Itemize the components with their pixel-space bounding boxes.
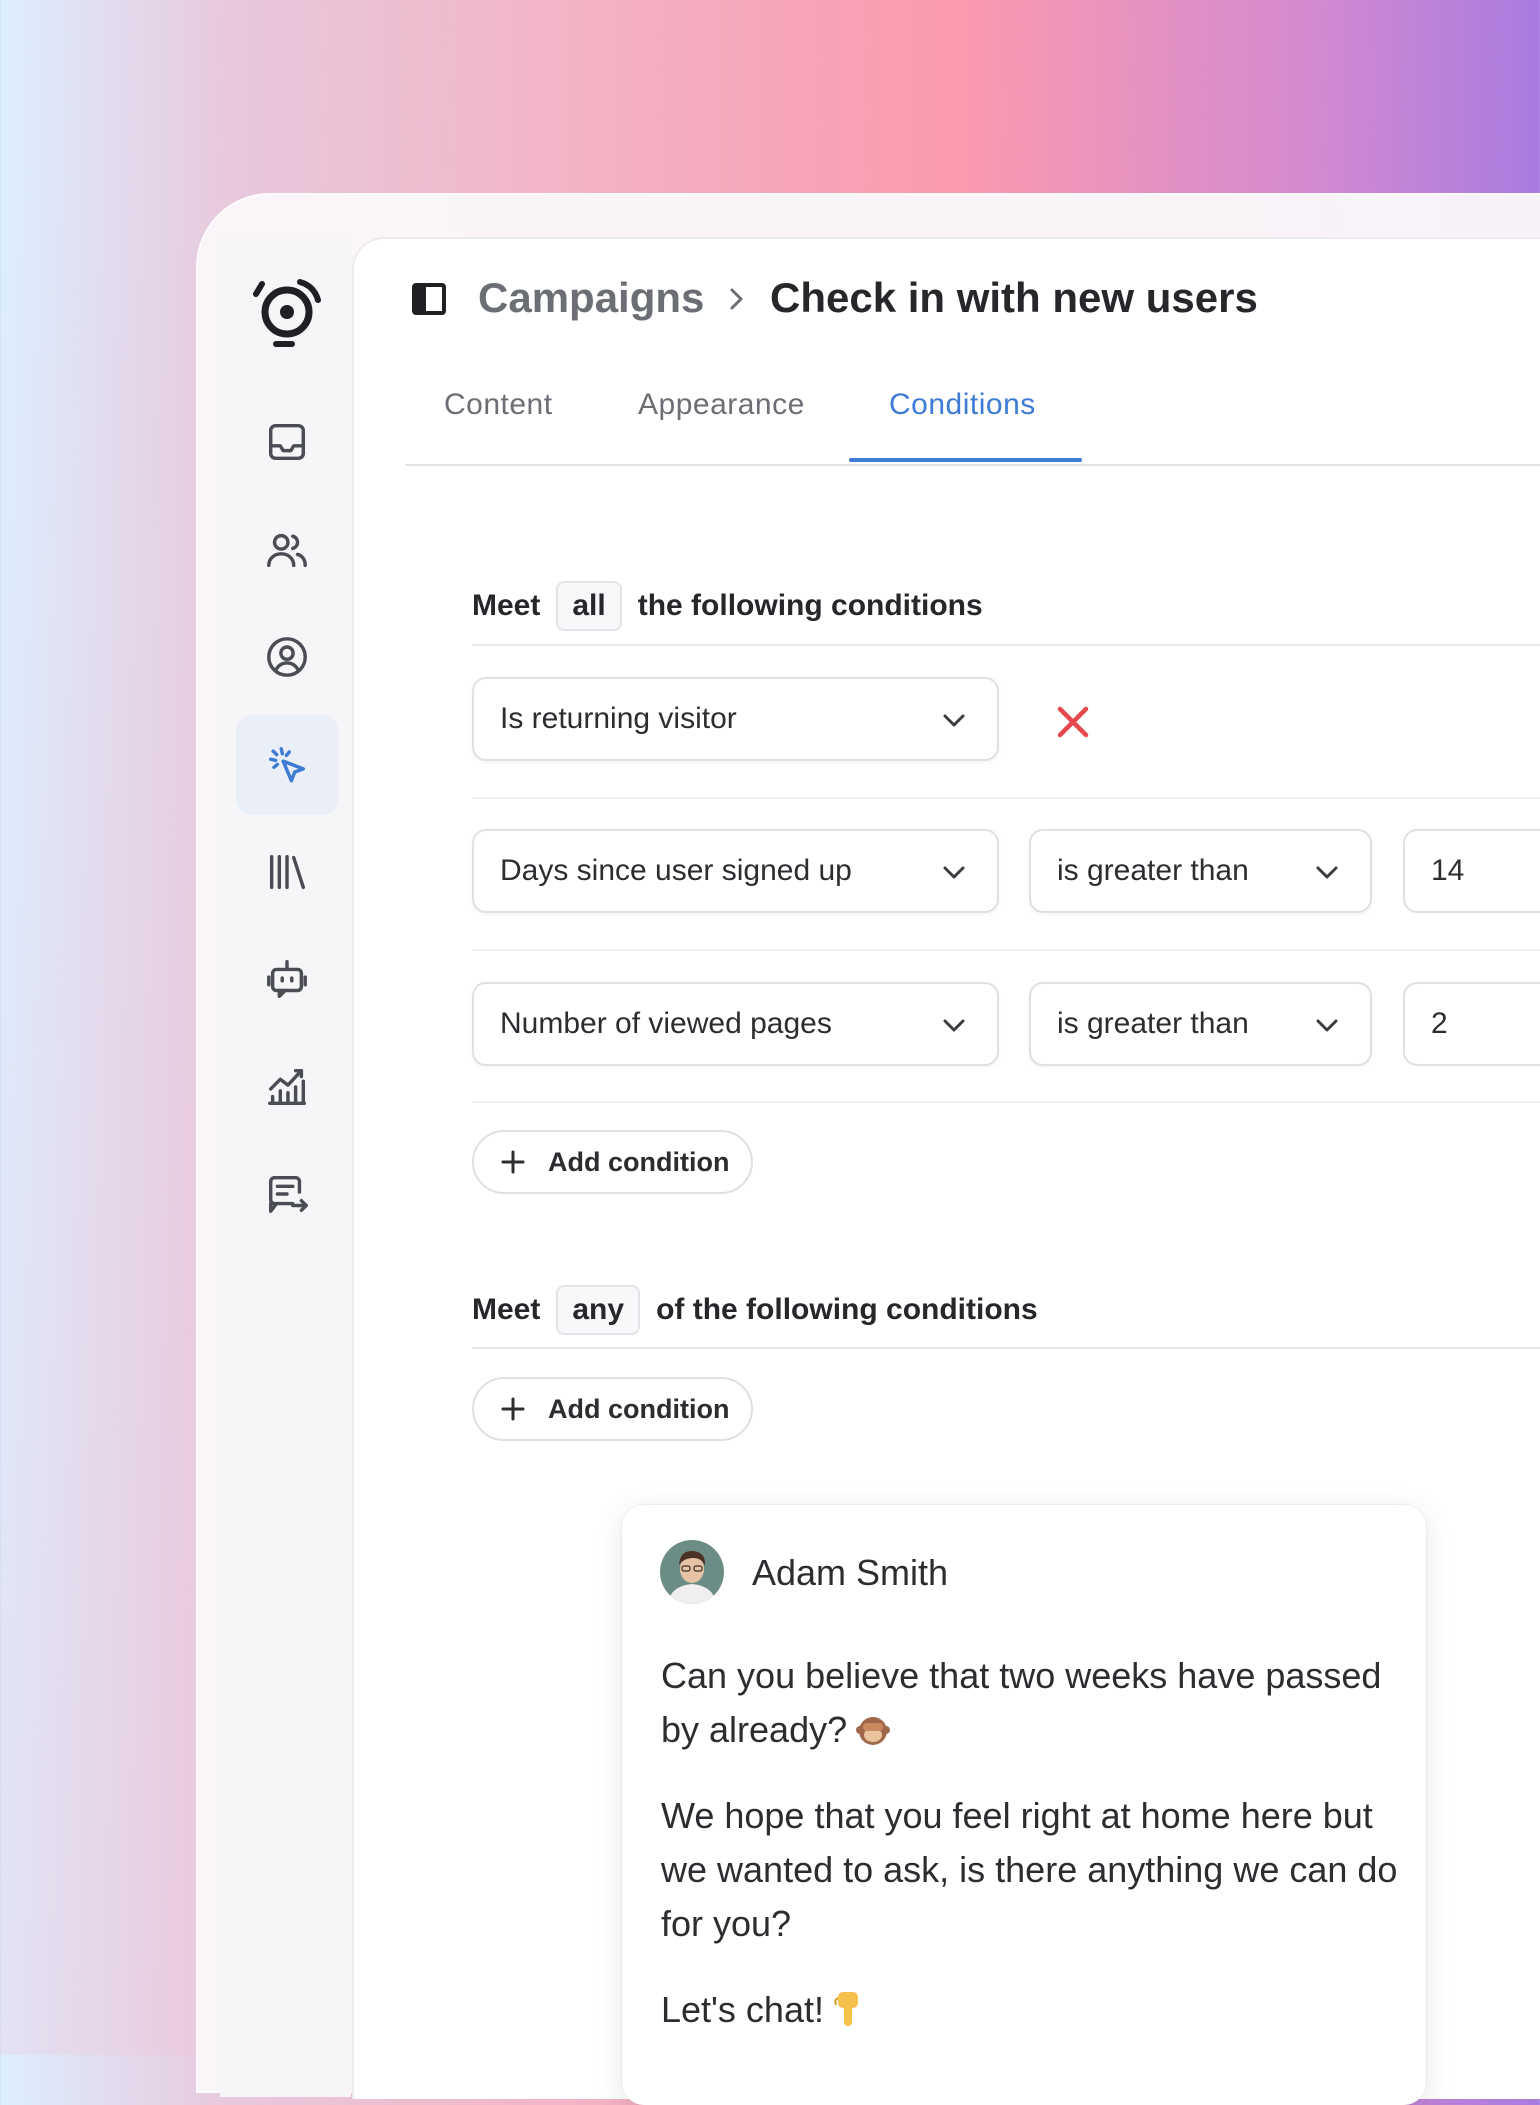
- chevron-down-icon: [943, 714, 965, 727]
- condition-field-value: Number of viewed pages: [500, 1007, 832, 1040]
- tab-content[interactable]: Content: [444, 388, 553, 422]
- message-paragraph-2: We hope that you feel right at home here…: [661, 1795, 1398, 1944]
- analytics-icon: [268, 1068, 306, 1106]
- meet-label: Meet: [472, 1293, 541, 1326]
- conditions-suffix: of the following conditions: [656, 1293, 1038, 1326]
- quantifier-chip-all[interactable]: all: [556, 581, 622, 631]
- chevron-down-icon: [1316, 1019, 1338, 1032]
- condition-operator-value: is greater than: [1057, 1007, 1249, 1040]
- user-circle-icon: [267, 637, 307, 677]
- divider: [472, 797, 1540, 799]
- pointing-down-icon: [834, 1992, 858, 2026]
- condition-operator-select[interactable]: is greater than: [1029, 829, 1372, 913]
- add-condition-button[interactable]: Add condition: [472, 1130, 753, 1194]
- add-condition-button[interactable]: Add condition: [472, 1377, 753, 1441]
- users-icon: [267, 533, 307, 568]
- message-author: Adam Smith: [752, 1552, 949, 1593]
- chevron-right-icon: [730, 288, 743, 310]
- quantifier-chip-any[interactable]: any: [556, 1285, 641, 1335]
- sidebar-item-inbox[interactable]: [236, 392, 338, 492]
- message-text: Can you believe that two weeks have pass…: [661, 1655, 1382, 1750]
- plus-icon: [501, 1397, 525, 1421]
- meet-label: Meet: [472, 589, 541, 622]
- add-condition-label: Add condition: [548, 1146, 730, 1177]
- chevron-down-icon: [1316, 866, 1338, 879]
- sidebar-item-contacts[interactable]: [236, 607, 338, 707]
- bot-icon: [267, 960, 307, 998]
- conditions-suffix: the following conditions: [637, 589, 983, 622]
- any-conditions-header: Meet any of the following conditions: [472, 1285, 1038, 1335]
- all-conditions-header: Meet all the following conditions: [472, 581, 983, 631]
- condition-field-value: Is returning visitor: [500, 702, 737, 735]
- tab-bar: Content Appearance Conditions: [405, 388, 1540, 466]
- app-logo: [253, 279, 321, 347]
- chevron-down-icon: [943, 866, 965, 879]
- chevron-down-icon: [943, 1019, 965, 1032]
- divider: [472, 1347, 1540, 1349]
- condition-operator-value: is greater than: [1057, 854, 1249, 887]
- condition-field-value: Days since user signed up: [500, 854, 852, 887]
- message-paragraph-1: Can you believe that two weeks have pass…: [661, 1649, 1401, 1757]
- active-tab-indicator: [849, 458, 1082, 462]
- add-condition-label: Add condition: [548, 1393, 730, 1424]
- sidebar-item-users[interactable]: [236, 500, 338, 600]
- sidebar-item-bots[interactable]: [236, 929, 338, 1029]
- sidebar-item-campaigns[interactable]: [236, 715, 338, 815]
- condition-value-input[interactable]: 2: [1403, 982, 1540, 1066]
- message-forward-icon: [268, 1175, 308, 1213]
- cursor-click-icon: [268, 746, 306, 783]
- divider: [472, 1101, 1540, 1103]
- divider: [472, 644, 1540, 646]
- sidebar-item-library[interactable]: [236, 822, 338, 922]
- see-no-evil-monkey-icon: [856, 1717, 891, 1745]
- condition-field-select[interactable]: Days since user signed up: [472, 829, 999, 913]
- sidebar-item-analytics[interactable]: [236, 1037, 338, 1137]
- inbox-icon: [268, 423, 306, 461]
- plus-icon: [501, 1150, 525, 1174]
- message-paragraph-3: Let's chat!: [661, 1983, 1401, 2037]
- condition-operator-select[interactable]: is greater than: [1029, 982, 1372, 1066]
- avatar: [660, 1540, 724, 1604]
- message-text: Let's chat!: [661, 1989, 824, 2030]
- condition-field-select[interactable]: Is returning visitor: [472, 677, 999, 761]
- condition-field-select[interactable]: Number of viewed pages: [472, 982, 999, 1066]
- sidebar-item-messages[interactable]: [236, 1144, 338, 1244]
- breadcrumb-parent[interactable]: Campaigns: [478, 274, 704, 322]
- page-title: Check in with new users: [770, 274, 1258, 321]
- tab-appearance[interactable]: Appearance: [638, 388, 805, 422]
- tab-conditions[interactable]: Conditions: [889, 388, 1036, 422]
- divider: [472, 949, 1540, 951]
- library-icon: [269, 854, 306, 890]
- sidebar-toggle-icon[interactable]: [412, 283, 446, 315]
- remove-condition-icon[interactable]: [1054, 703, 1092, 741]
- condition-value-input[interactable]: 14: [1403, 829, 1540, 913]
